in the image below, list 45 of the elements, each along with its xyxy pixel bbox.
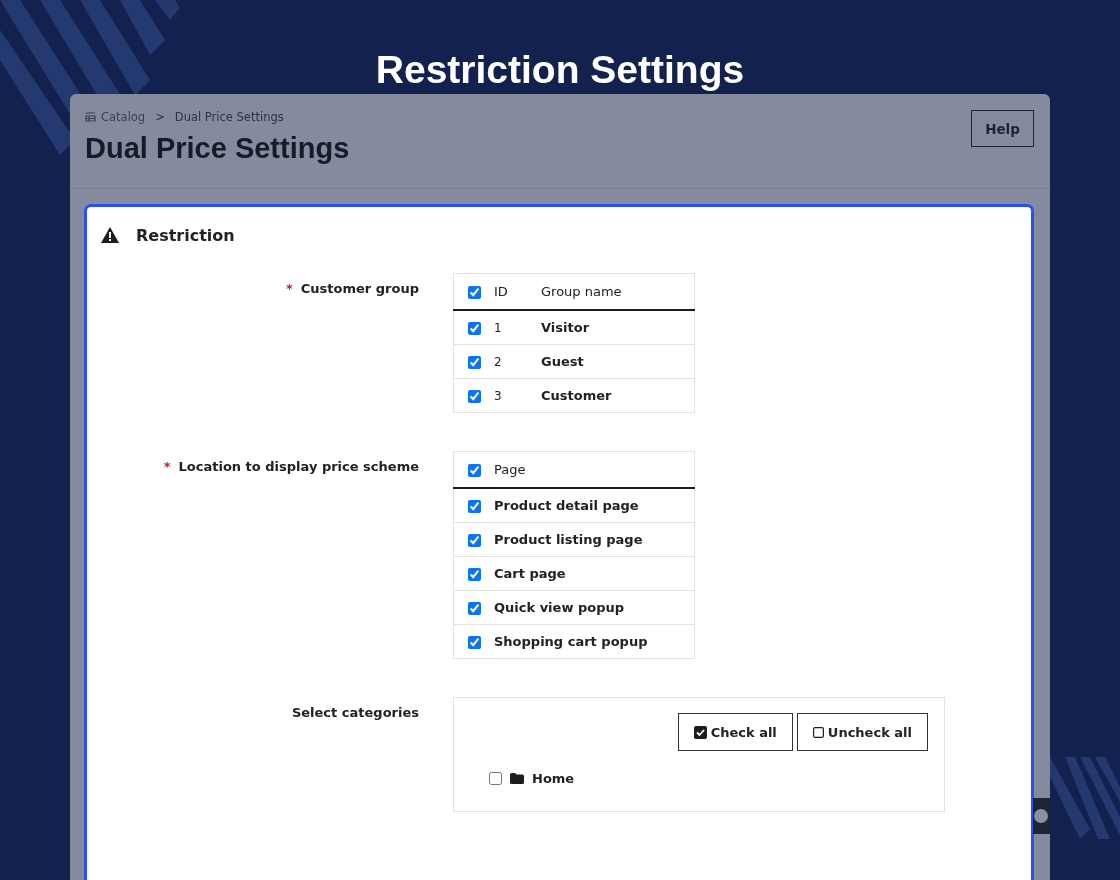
folder-icon [510, 773, 524, 784]
row-checkbox[interactable] [467, 390, 481, 403]
page-name-cell: Quick view popup [494, 600, 625, 615]
row-checkbox[interactable] [467, 534, 481, 547]
field-label: Customer group [300, 281, 419, 296]
category-label[interactable]: Home [532, 771, 575, 786]
field-label: Select categories [291, 705, 419, 720]
page-name-cell: Shopping cart popup [494, 634, 648, 649]
page-title: Restriction Settings [375, 47, 745, 93]
chat-widget-button[interactable] [1033, 798, 1050, 834]
breadcrumb-separator: > [155, 110, 165, 124]
required-mark: * [286, 281, 293, 296]
page-heading: Dual Price Settings [85, 132, 350, 165]
column-header: ID [494, 284, 508, 299]
group-name-cell: Visitor [541, 320, 590, 335]
row-checkbox[interactable] [467, 500, 481, 513]
page-name-cell: Product listing page [494, 532, 643, 547]
catalog-icon [85, 112, 96, 122]
check-all-button[interactable]: Check all [677, 713, 793, 751]
empty-box-icon [812, 726, 824, 738]
group-name-cell: Customer [541, 388, 612, 403]
id-cell: 3 [494, 389, 502, 403]
section-title: Restriction [136, 225, 235, 245]
page-name-cell: Product detail page [494, 498, 639, 513]
column-header: Group name [541, 284, 622, 299]
row-checkbox[interactable] [467, 602, 481, 615]
row-checkbox[interactable] [467, 322, 481, 335]
required-mark: * [163, 459, 171, 474]
page-name-cell: Cart page [494, 566, 566, 581]
breadcrumb-current-page: Dual Price Settings [174, 110, 284, 124]
select-all-checkbox[interactable] [467, 286, 481, 299]
row-checkbox[interactable] [467, 356, 481, 369]
row-checkbox[interactable] [467, 568, 481, 581]
select-all-checkbox[interactable] [467, 464, 481, 477]
uncheck-all-button[interactable]: Uncheck all [796, 713, 928, 751]
checked-box-icon [693, 725, 707, 739]
group-name-cell: Guest [541, 354, 584, 369]
warning-icon [101, 227, 119, 243]
help-button[interactable]: Help [971, 110, 1034, 147]
column-header: Page [494, 462, 526, 477]
field-label: Location to display price scheme [178, 459, 419, 474]
category-checkbox[interactable] [489, 772, 502, 785]
id-cell: 2 [494, 355, 502, 369]
row-checkbox[interactable] [467, 636, 481, 649]
id-cell: 1 [494, 321, 502, 335]
